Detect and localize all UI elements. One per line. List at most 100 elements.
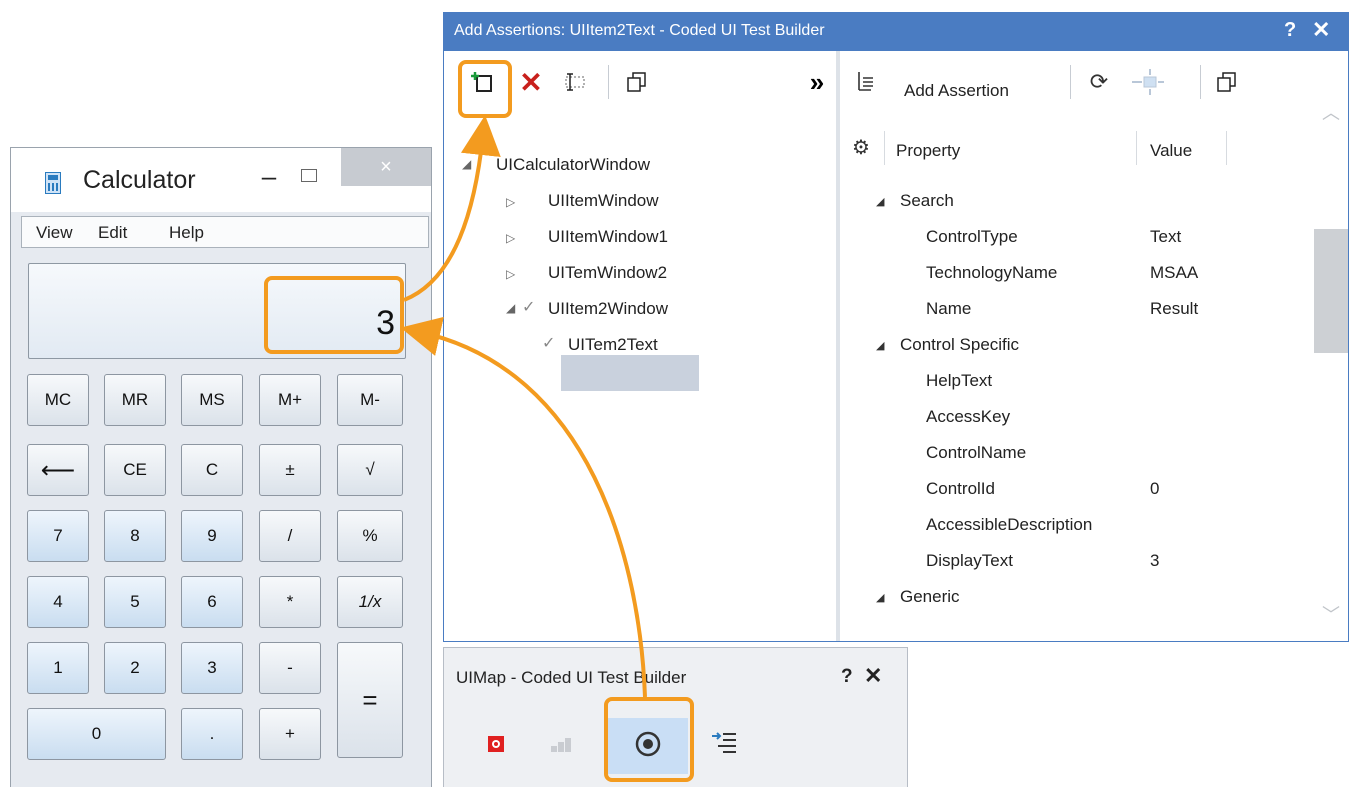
copy-icon	[627, 72, 646, 92]
record-icon	[488, 736, 504, 752]
property-name[interactable]: TechnologyName	[926, 263, 1057, 283]
property-name[interactable]: AccessibleDescription	[926, 515, 1092, 535]
tree-node-item-window1[interactable]: UIItemWindow1	[548, 227, 668, 247]
tree-node-item2-text[interactable]: UITem2Text	[568, 335, 658, 355]
expand-chevron-icon[interactable]: »	[800, 65, 834, 99]
property-value[interactable]: 3	[1150, 551, 1159, 571]
scroll-thumb[interactable]	[1314, 229, 1348, 353]
toolbar-separator	[1070, 65, 1071, 99]
uimap-title: UIMap - Coded UI Test Builder	[456, 668, 687, 687]
m-plus-button[interactable]: M+	[259, 374, 321, 426]
menu-view[interactable]: View	[36, 223, 73, 243]
menu-help[interactable]: Help	[169, 223, 204, 243]
property-name[interactable]: HelpText	[926, 371, 992, 391]
copy-button[interactable]	[1210, 65, 1244, 99]
reciprocal-button[interactable]: 1/x	[337, 576, 403, 628]
help-button[interactable]: ?	[1284, 19, 1296, 42]
menu-edit[interactable]: Edit	[98, 223, 127, 243]
toolbar-separator	[608, 65, 609, 99]
control-tree-pane: ✕ » ◢ UICalculatorWindow ▷ UIItemWindow …	[444, 51, 836, 641]
digit-3-button[interactable]: 3	[181, 642, 243, 694]
backspace-button[interactable]: ⟵	[27, 444, 89, 496]
sqrt-button[interactable]: √	[337, 444, 403, 496]
property-value[interactable]: Result	[1150, 299, 1198, 319]
help-button[interactable]: ?	[841, 666, 853, 688]
collapse-arrow-icon[interactable]: ◢	[462, 157, 471, 171]
copy-button[interactable]	[620, 65, 654, 99]
c-button[interactable]: C	[181, 444, 243, 496]
property-value[interactable]: Text	[1150, 227, 1181, 247]
property-value[interactable]: MSAA	[1150, 263, 1198, 283]
mc-button[interactable]: MC	[27, 374, 89, 426]
properties-pane: Add Assertion ⟳ ⚙ Property Value ◢ Searc…	[840, 51, 1348, 641]
maximize-button[interactable]	[294, 162, 324, 192]
expand-arrow-icon[interactable]: ▷	[506, 195, 515, 209]
ms-button[interactable]: MS	[181, 374, 243, 426]
add-assertion-button[interactable]: Add Assertion	[904, 81, 1009, 101]
expand-arrow-icon[interactable]: ▷	[506, 267, 515, 281]
record-button[interactable]	[478, 726, 514, 762]
gear-icon[interactable]: ⚙	[852, 135, 870, 160]
rename-button[interactable]	[558, 65, 592, 99]
collapse-arrow-icon[interactable]: ◢	[876, 339, 884, 352]
property-name[interactable]: AccessKey	[926, 407, 1010, 427]
expand-arrow-icon[interactable]: ▷	[506, 231, 515, 245]
check-icon: ✓	[522, 299, 536, 316]
collapse-arrow-icon[interactable]: ◢	[506, 301, 515, 315]
value-column-header[interactable]: Value	[1150, 141, 1192, 161]
digit-2-button[interactable]: 2	[104, 642, 166, 694]
ce-button[interactable]: CE	[104, 444, 166, 496]
tree-node-item2-window[interactable]: UIItem2Window	[548, 299, 668, 319]
m-minus-button[interactable]: M-	[337, 374, 403, 426]
mr-button[interactable]: MR	[104, 374, 166, 426]
divide-button[interactable]: /	[259, 510, 321, 562]
scroll-up-icon[interactable]: ︿	[1322, 99, 1340, 125]
property-name[interactable]: DisplayText	[926, 551, 1013, 571]
collapse-arrow-icon[interactable]: ◢	[876, 195, 884, 208]
property-name[interactable]: ControlId	[926, 479, 995, 499]
generate-code-button[interactable]	[706, 726, 742, 762]
digit-7-button[interactable]: 7	[27, 510, 89, 562]
digit-4-button[interactable]: 4	[27, 576, 89, 628]
decimal-button[interactable]: .	[181, 708, 243, 760]
properties-scrollbar[interactable]: ︿ ﹀	[1314, 93, 1348, 639]
toolbar-separator	[1200, 65, 1201, 99]
equals-button[interactable]: =	[337, 642, 403, 758]
calculator-menu-bar: View Edit Help	[21, 216, 429, 248]
group-generic[interactable]: Generic	[900, 587, 960, 607]
add-button[interactable]: +	[259, 708, 321, 760]
close-button[interactable]: ✕	[1312, 17, 1330, 43]
group-control-specific[interactable]: Control Specific	[900, 335, 1019, 355]
refresh-icon[interactable]: ⟳	[1082, 65, 1116, 99]
digit-9-button[interactable]: 9	[181, 510, 243, 562]
digit-6-button[interactable]: 6	[181, 576, 243, 628]
show-steps-button	[544, 726, 580, 762]
add-assertion-icon[interactable]	[850, 65, 884, 99]
property-name[interactable]: ControlType	[926, 227, 1018, 247]
close-button[interactable]: ×	[341, 148, 431, 186]
column-separator	[1136, 131, 1137, 165]
property-value[interactable]: 0	[1150, 479, 1159, 499]
digit-5-button[interactable]: 5	[104, 576, 166, 628]
property-name[interactable]: ControlName	[926, 443, 1026, 463]
scroll-down-icon[interactable]: ﹀	[1322, 601, 1340, 627]
copy-icon	[1217, 72, 1236, 92]
digit-1-button[interactable]: 1	[27, 642, 89, 694]
percent-button[interactable]: %	[337, 510, 403, 562]
tree-node-calculator-window[interactable]: UICalculatorWindow	[496, 155, 650, 175]
subtract-button[interactable]: -	[259, 642, 321, 694]
tree-node-item-window2[interactable]: UITemWindow2	[548, 263, 667, 283]
minimize-button[interactable]: –	[254, 162, 284, 192]
multiply-button[interactable]: *	[259, 576, 321, 628]
property-column-header[interactable]: Property	[896, 141, 960, 161]
delete-icon[interactable]: ✕	[514, 65, 548, 99]
tree-node-item-window[interactable]: UIItemWindow	[548, 191, 659, 211]
digit-0-button[interactable]: 0	[27, 708, 166, 760]
digit-8-button[interactable]: 8	[104, 510, 166, 562]
collapse-arrow-icon[interactable]: ◢	[876, 591, 884, 604]
calculator-title: Calculator	[83, 166, 196, 194]
property-name[interactable]: Name	[926, 299, 971, 319]
plus-minus-button[interactable]: ±	[259, 444, 321, 496]
close-button[interactable]: ✕	[864, 663, 882, 689]
group-search[interactable]: Search	[900, 191, 954, 211]
